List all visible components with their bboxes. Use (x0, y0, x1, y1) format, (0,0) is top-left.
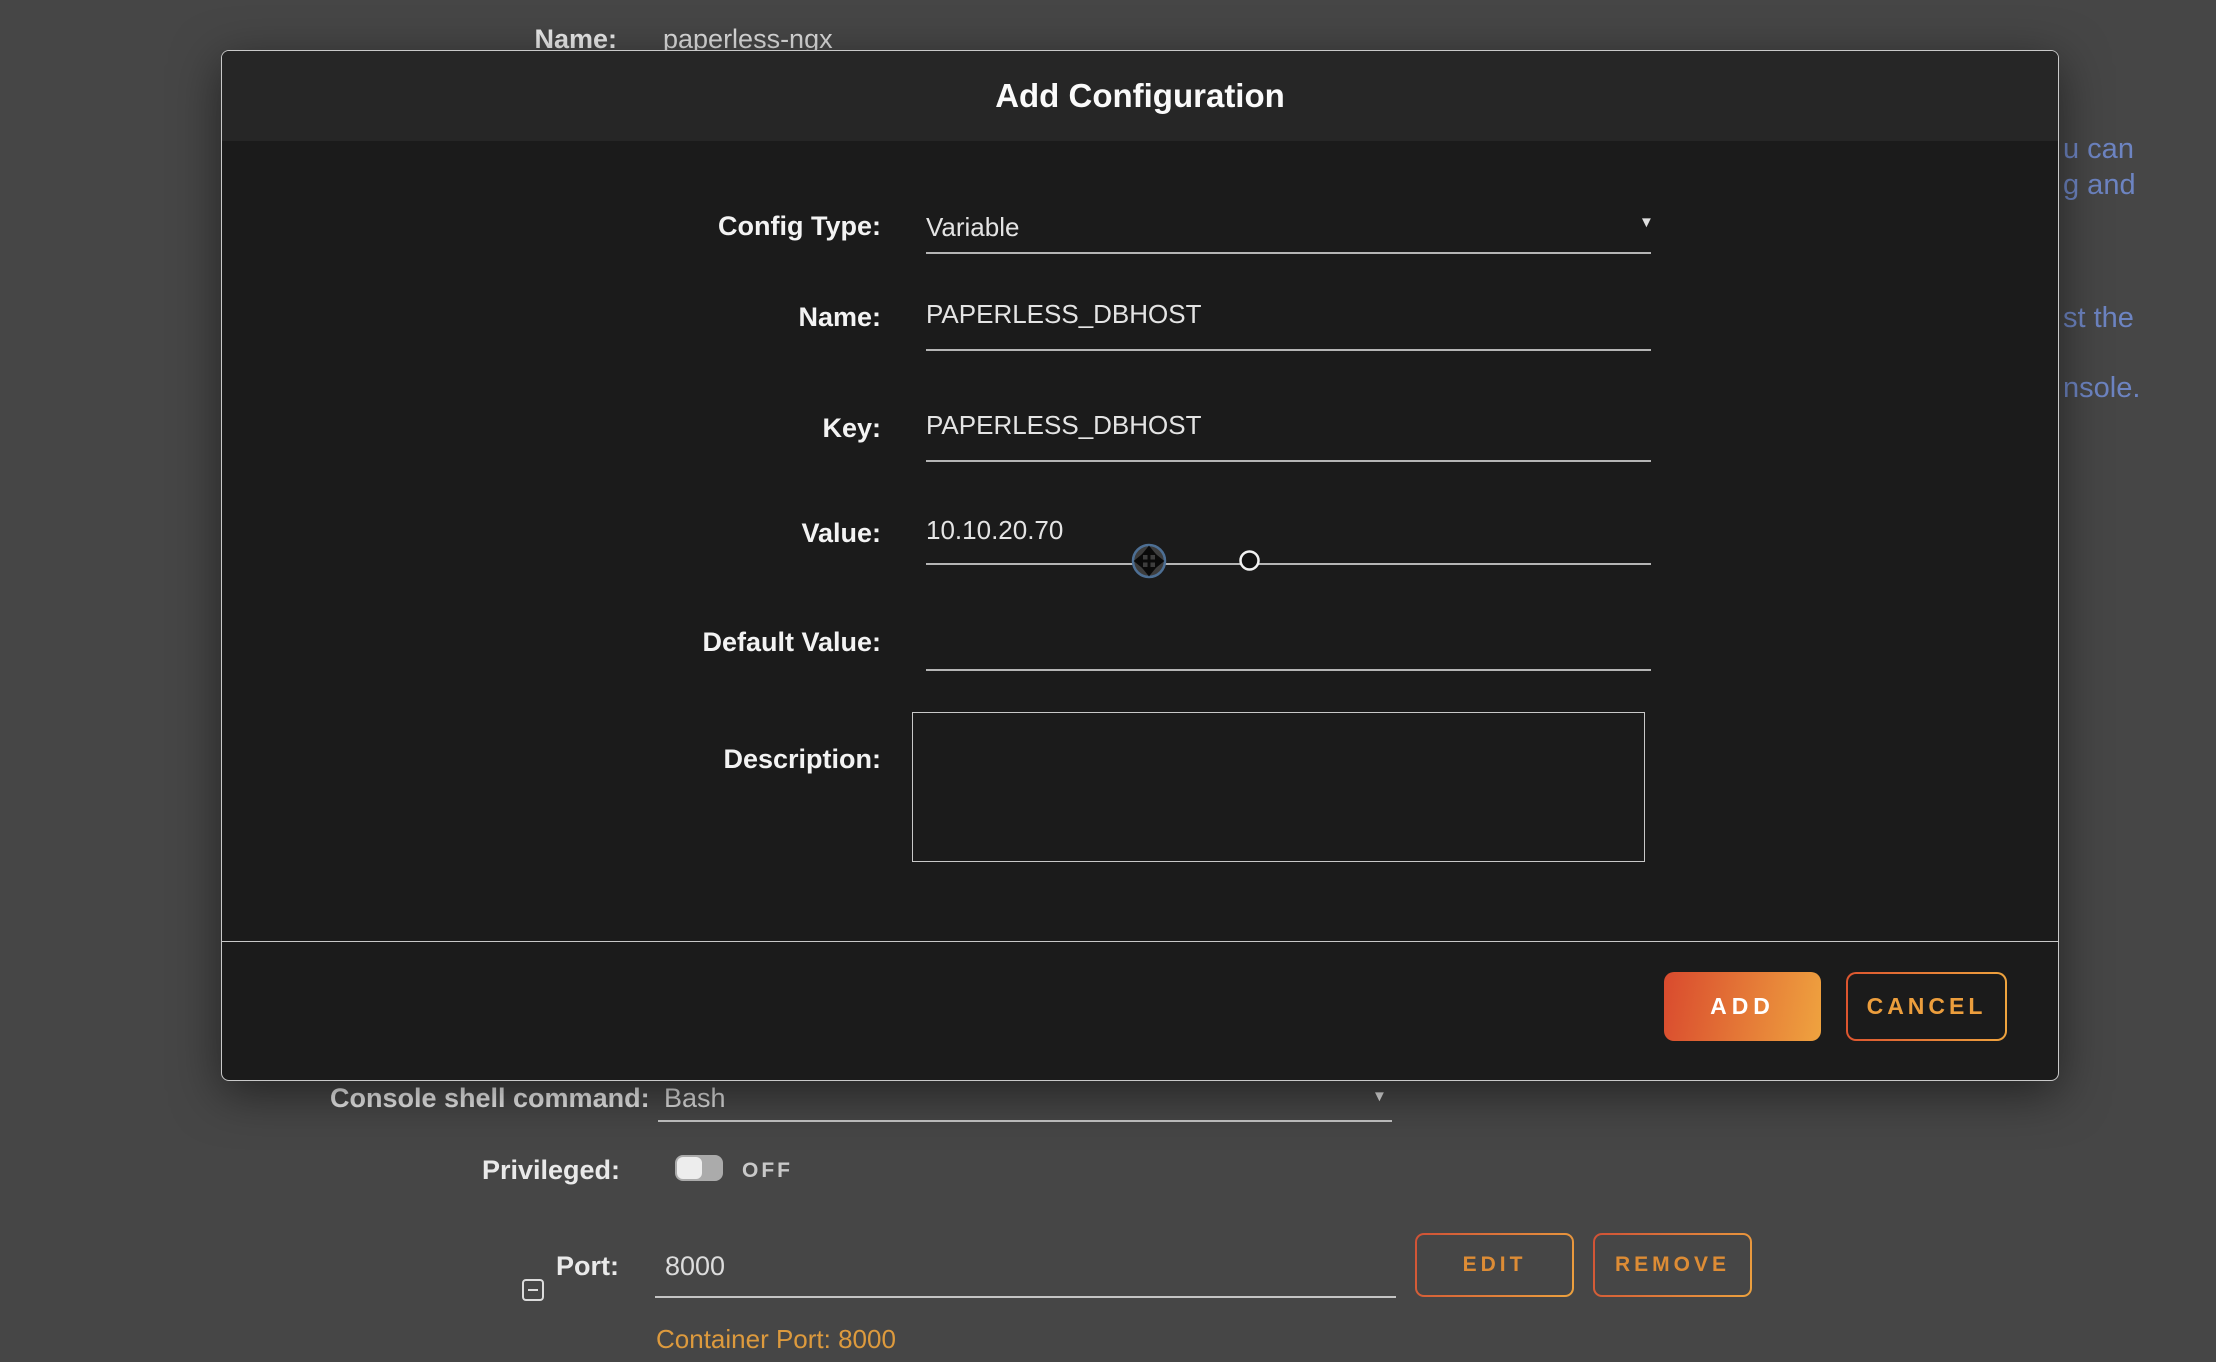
drag-handle-circle-icon[interactable] (1238, 549, 1261, 572)
toggle-knob (677, 1157, 702, 1179)
add-button[interactable]: ADD (1664, 972, 1821, 1041)
console-shell-underline (658, 1120, 1392, 1122)
name-label: Name: (481, 302, 881, 333)
description-field[interactable] (912, 712, 1645, 862)
privileged-toggle[interactable] (675, 1155, 723, 1181)
key-label: Key: (481, 413, 881, 444)
background-page: Name: paperless-ngx u can g and st the n… (0, 0, 2216, 53)
add-configuration-dialog: Add Configuration Config Type: Variable … (221, 50, 2059, 1081)
key-field[interactable] (926, 410, 1651, 441)
edit-button[interactable]: EDIT (1415, 1233, 1574, 1297)
config-type-underline (926, 252, 1651, 254)
name-field[interactable] (926, 299, 1651, 330)
default-value-underline (926, 669, 1651, 671)
privileged-label: Privileged: (420, 1155, 620, 1186)
port-value[interactable]: 8000 (665, 1251, 725, 1282)
port-underline (655, 1296, 1396, 1298)
collapse-minus-icon[interactable] (522, 1279, 544, 1301)
value-underline (926, 563, 1651, 565)
config-type-label: Config Type: (481, 211, 881, 242)
dialog-header: Add Configuration (222, 51, 2058, 141)
console-shell-label: Console shell command: (330, 1083, 630, 1114)
dialog-footer-divider (222, 941, 2058, 942)
key-underline (926, 460, 1651, 462)
dialog-title: Add Configuration (222, 51, 2058, 141)
help-text-fragment: nsole. (2063, 372, 2140, 405)
select-arrow-icon[interactable]: ▼ (1639, 214, 1654, 231)
container-port-note: Container Port: 8000 (656, 1324, 896, 1355)
value-field[interactable] (926, 515, 1651, 546)
move-cursor-icon (1130, 542, 1168, 580)
help-text-fragment: u can (2063, 133, 2134, 166)
description-label: Description: (481, 744, 881, 775)
name-underline (926, 349, 1651, 351)
port-label: Port: (556, 1251, 619, 1282)
value-label: Value: (481, 518, 881, 549)
default-value-label: Default Value: (481, 627, 881, 658)
help-text-fragment: g and (2063, 169, 2136, 202)
cancel-button[interactable]: CANCEL (1846, 972, 2007, 1041)
help-text-fragment: st the (2063, 302, 2134, 335)
privileged-state: OFF (742, 1159, 793, 1183)
config-type-select[interactable]: Variable (926, 212, 1019, 243)
remove-button[interactable]: REMOVE (1593, 1233, 1752, 1297)
default-value-field[interactable] (926, 624, 1651, 655)
select-arrow-icon[interactable]: ▼ (1372, 1088, 1387, 1105)
console-shell-select[interactable]: Bash (664, 1083, 726, 1114)
